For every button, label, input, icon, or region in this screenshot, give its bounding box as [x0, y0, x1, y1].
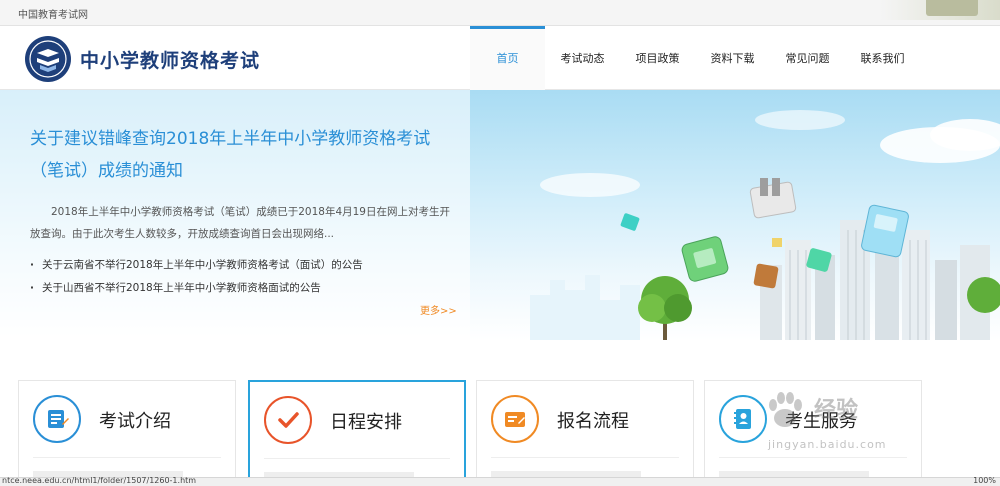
- main-nav: 首页 考试动态 项目政策 资料下载 常见问题 联系我们: [470, 26, 920, 90]
- news-item[interactable]: 关于山西省不举行2018年上半年中小学教师资格面试的公告: [30, 277, 450, 300]
- banner-illustration: [530, 110, 1000, 340]
- news-panel: 关于建议错峰查询2018年上半年中小学教师资格考试（笔试）成绩的通知 2018年…: [0, 90, 470, 340]
- site-brand-title[interactable]: 中小学教师资格考试: [80, 46, 260, 73]
- card-title: 日程安排: [330, 412, 402, 433]
- site-header: 中小学教师资格考试 首页 考试动态 项目政策 资料下载 常见问题 联系我们: [0, 26, 1000, 90]
- card-title: 考试介绍: [99, 411, 171, 432]
- nav-faq[interactable]: 常见问题: [770, 26, 845, 90]
- nav-downloads[interactable]: 资料下载: [695, 26, 770, 90]
- card-exam-intro[interactable]: 考试介绍: [18, 380, 236, 486]
- nav-exam-news[interactable]: 考试动态: [545, 26, 620, 90]
- card-title: 报名流程: [557, 411, 629, 432]
- card-registration[interactable]: 报名流程: [476, 380, 694, 486]
- news-list: 关于云南省不举行2018年上半年中小学教师资格考试（面试）的公告 关于山西省不举…: [30, 254, 450, 300]
- nav-home[interactable]: 首页: [470, 26, 545, 90]
- headline-summary: 2018年上半年中小学教师资格考试（笔试）成绩已于2018年4月19日在网上对考…: [30, 206, 450, 240]
- watermark-url: jingyan.baidu.com: [768, 438, 887, 451]
- exam-intro-icon: [33, 395, 81, 443]
- headline-link[interactable]: 关于建议错峰查询2018年上半年中小学教师资格考试（笔试）成绩的通知: [30, 123, 450, 187]
- status-url: ntce.neea.edu.cn/html1/folder/1507/1260-…: [2, 476, 197, 485]
- browser-status-bar: ntce.neea.edu.cn/html1/folder/1507/1260-…: [0, 476, 1000, 486]
- card-schedule[interactable]: 日程安排: [248, 380, 466, 486]
- card-divider: [33, 457, 221, 458]
- nav-policies[interactable]: 项目政策: [620, 26, 695, 90]
- card-divider: [264, 458, 450, 459]
- service-book-icon: [719, 395, 767, 443]
- nav-contact[interactable]: 联系我们: [845, 26, 920, 90]
- top-corner-button[interactable]: [926, 0, 978, 16]
- watermark-text: 经验: [814, 398, 859, 423]
- paw-watermark-icon: [769, 392, 802, 427]
- registration-icon: [491, 395, 539, 443]
- checkmark-icon: [264, 396, 312, 444]
- more-link[interactable]: 更多>>: [420, 302, 457, 317]
- site-name-link[interactable]: 中国教育考试网: [18, 6, 88, 21]
- zoom-level[interactable]: 100%: [973, 476, 996, 485]
- hero-banner: 关于建议错峰查询2018年上半年中小学教师资格考试（笔试）成绩的通知 2018年…: [0, 90, 1000, 340]
- card-divider: [491, 457, 679, 458]
- news-item[interactable]: 关于云南省不举行2018年上半年中小学教师资格考试（面试）的公告: [30, 254, 450, 277]
- logo-icon[interactable]: [24, 35, 72, 83]
- top-strip: 中国教育考试网: [0, 0, 1000, 26]
- watermark: 经验 jingyan.baidu.com: [762, 388, 952, 458]
